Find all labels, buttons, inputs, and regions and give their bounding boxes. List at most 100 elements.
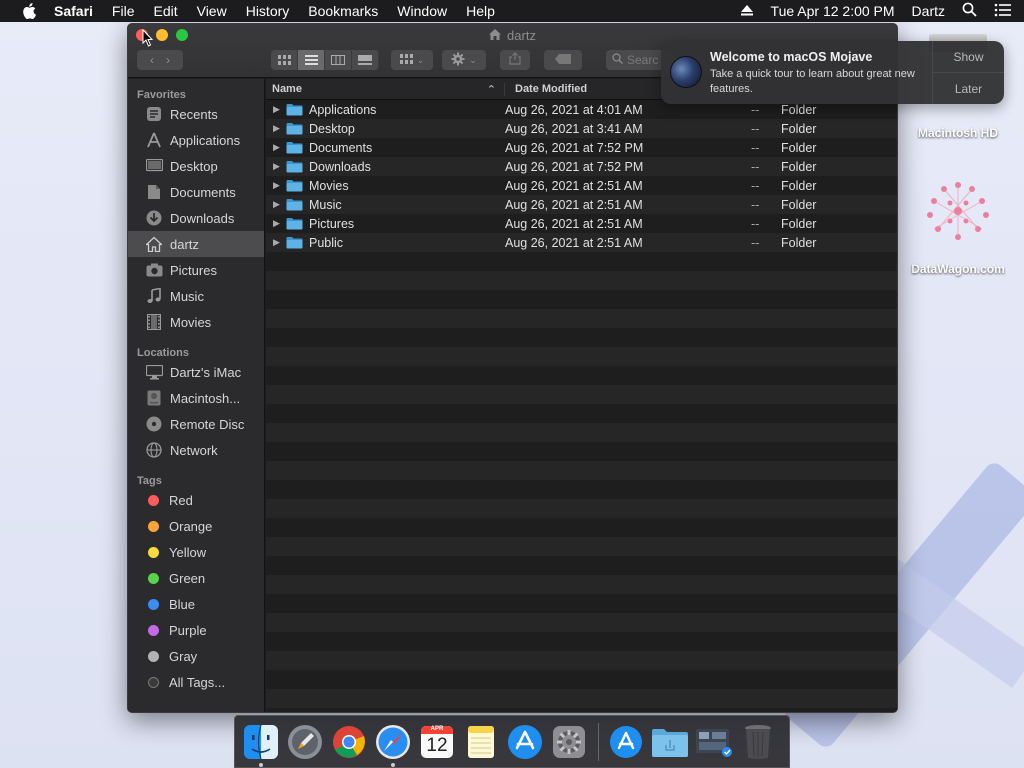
menu-history[interactable]: History <box>246 3 290 19</box>
disclosure-triangle-icon[interactable]: ▶ <box>266 123 286 134</box>
column-view-icon[interactable] <box>325 50 352 70</box>
sidebar-item-pictures[interactable]: Pictures <box>128 257 264 283</box>
sidebar-item-dartz[interactable]: dartz <box>128 231 264 257</box>
app-store-download-icon[interactable] <box>607 723 645 761</box>
folder-icon[interactable] <box>651 723 689 761</box>
table-row[interactable]: ▶ Downloads Aug 26, 2021 at 7:52 PM -- Folde… <box>266 157 897 176</box>
sidebar-tag-purple[interactable]: Purple <box>128 617 264 643</box>
file-kind: Folder <box>781 102 817 117</box>
empty-row <box>266 366 897 385</box>
share-button[interactable] <box>500 50 530 70</box>
dock: APR 12 <box>234 715 790 768</box>
camera-icon <box>145 262 163 278</box>
sidebar-item-applications[interactable]: Applications <box>128 127 264 153</box>
safari-icon[interactable] <box>374 723 412 767</box>
tag-icon <box>555 53 571 67</box>
show-button[interactable]: Show <box>933 41 1004 73</box>
apple-menu-icon[interactable] <box>18 0 40 22</box>
sidebar-tag-gray[interactable]: Gray <box>128 643 264 669</box>
table-row[interactable]: ▶ Movies Aug 26, 2021 at 2:51 AM -- Folder <box>266 176 897 195</box>
sidebar-item-documents[interactable]: Documents <box>128 179 264 205</box>
gallery-view-icon[interactable] <box>352 50 379 70</box>
tag-color-dot-icon <box>148 624 159 636</box>
sidebar-item-recents[interactable]: Recents <box>128 101 264 127</box>
sidebar-item-imac[interactable]: Dartz's iMac <box>128 359 264 385</box>
menu-window[interactable]: Window <box>397 3 447 19</box>
menu-help[interactable]: Help <box>466 3 495 19</box>
system-preferences-icon[interactable] <box>550 723 588 761</box>
disclosure-triangle-icon[interactable]: ▶ <box>266 142 286 153</box>
table-row[interactable]: ▶ Documents Aug 26, 2021 at 7:52 PM -- Folde… <box>266 138 897 157</box>
table-row[interactable]: ▶ Public Aug 26, 2021 at 2:51 AM -- Folder <box>266 233 897 252</box>
file-kind: Folder <box>781 121 817 136</box>
trash-icon[interactable] <box>739 723 777 761</box>
sidebar-tag-green[interactable]: Green <box>128 565 264 591</box>
sidebar-item-network[interactable]: Network <box>128 437 264 463</box>
app-store-icon[interactable] <box>506 723 544 761</box>
folder-icon <box>286 122 304 135</box>
empty-row <box>266 480 897 499</box>
chrome-icon[interactable] <box>330 723 368 761</box>
file-list: Name ⌃ Date Modified ▶ Applications Aug 26… <box>266 79 897 712</box>
launchpad-icon[interactable] <box>286 723 324 761</box>
notification-center-icon[interactable] <box>994 3 1012 20</box>
sidebar-item-macintosh-hd[interactable]: Macintosh... <box>128 385 264 411</box>
disclosure-triangle-icon[interactable]: ▶ <box>266 237 286 248</box>
tag-color-dot-icon <box>148 650 159 662</box>
eject-icon[interactable] <box>740 3 754 19</box>
disclosure-triangle-icon[interactable]: ▶ <box>266 104 286 115</box>
icon-view-icon[interactable] <box>271 50 298 70</box>
empty-row <box>266 290 897 309</box>
table-row[interactable]: ▶ Pictures Aug 26, 2021 at 2:51 AM -- Folder <box>266 214 897 233</box>
notes-icon[interactable] <box>462 723 500 761</box>
later-button[interactable]: Later <box>933 73 1004 104</box>
calendar-icon[interactable]: APR 12 <box>418 723 456 761</box>
menu-user[interactable]: Dartz <box>912 3 945 19</box>
sidebar-item-label: All Tags... <box>169 674 226 690</box>
sidebar-item-remote-disc[interactable]: Remote Disc <box>128 411 264 437</box>
sidebar-item-movies[interactable]: Movies <box>128 309 264 335</box>
sidebar-tag-orange[interactable]: Orange <box>128 513 264 539</box>
menu-file[interactable]: File <box>112 3 135 19</box>
sidebar-tag-all-tags[interactable]: All Tags... <box>128 669 264 695</box>
sidebar-item-label: Yellow <box>169 544 207 560</box>
back-forward-buttons: ‹ › <box>137 50 183 70</box>
running-indicator <box>259 762 263 767</box>
sidebar-item-downloads[interactable]: Downloads <box>128 205 264 231</box>
mouse-cursor-icon <box>142 28 154 52</box>
sidebar-tag-yellow[interactable]: Yellow <box>128 539 264 565</box>
disclosure-triangle-icon[interactable]: ▶ <box>266 161 286 172</box>
macos-mojave-logo-icon <box>670 56 702 88</box>
folder-icon <box>286 160 304 173</box>
desktop-label-macintosh-hd[interactable]: Macintosh HD <box>908 126 1008 140</box>
sidebar-tag-blue[interactable]: Blue <box>128 591 264 617</box>
sidebar-tag-red[interactable]: Red <box>128 487 264 513</box>
disclosure-triangle-icon[interactable]: ▶ <box>266 180 286 191</box>
sidebar-item-desktop[interactable]: Desktop <box>128 153 264 179</box>
notification-banner[interactable]: Welcome to macOS Mojave Take a quick tou… <box>661 41 1004 104</box>
disclosure-triangle-icon[interactable]: ▶ <box>266 218 286 229</box>
search-placeholder: Searc <box>627 53 659 67</box>
back-arrow-icon[interactable]: ‹ <box>144 53 160 67</box>
edit-tags-button[interactable] <box>544 50 582 70</box>
finder-icon[interactable] <box>242 723 280 767</box>
table-row[interactable]: ▶ Music Aug 26, 2021 at 2:51 AM -- Folder <box>266 195 897 214</box>
group-by-button[interactable]: ⌄ <box>391 50 433 70</box>
spotlight-search-icon[interactable] <box>962 2 977 20</box>
column-header-date[interactable]: Date Modified <box>505 83 587 95</box>
list-view-icon[interactable] <box>298 50 325 70</box>
column-header-name[interactable]: Name ⌃ <box>266 82 505 96</box>
screenshot-icon[interactable] <box>695 723 733 761</box>
tag-color-dot-icon <box>148 598 159 610</box>
menu-bookmarks[interactable]: Bookmarks <box>308 3 378 19</box>
table-row[interactable]: ▶ Desktop Aug 26, 2021 at 3:41 AM -- Folder <box>266 119 897 138</box>
menu-app-name[interactable]: Safari <box>54 3 93 19</box>
forward-arrow-icon[interactable]: › <box>160 53 176 67</box>
menu-clock[interactable]: Tue Apr 12 2:00 PM <box>771 3 895 19</box>
calendar-month: APR <box>430 725 444 732</box>
action-menu-button[interactable]: ⌄ <box>442 50 486 70</box>
sidebar-item-music[interactable]: Music <box>128 283 264 309</box>
disclosure-triangle-icon[interactable]: ▶ <box>266 199 286 210</box>
menu-view[interactable]: View <box>197 3 227 19</box>
menu-edit[interactable]: Edit <box>153 3 177 19</box>
